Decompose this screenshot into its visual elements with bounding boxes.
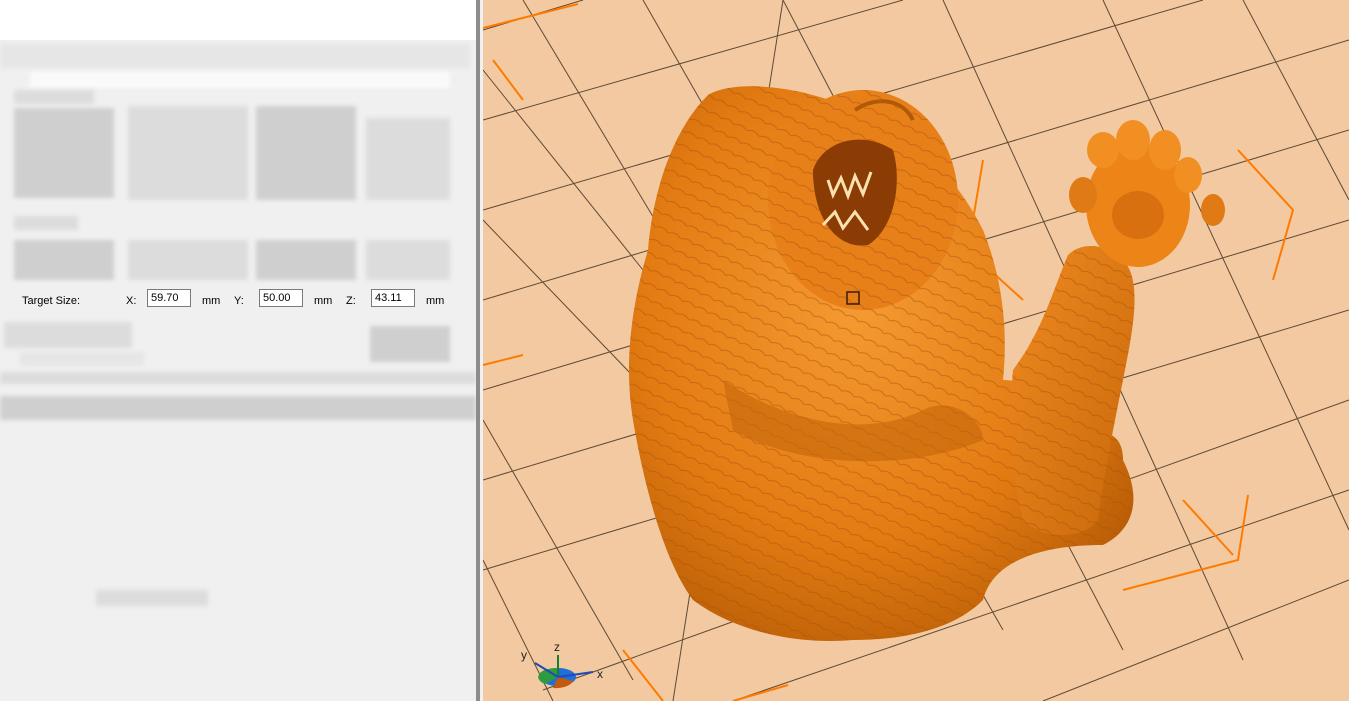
- blurred-field-block: [366, 118, 450, 200]
- blurred-field-row: [128, 240, 248, 280]
- blurred-option: [20, 352, 144, 366]
- axis-x-label: x: [597, 667, 603, 681]
- dialog-top-area: [0, 0, 478, 40]
- blurred-status-strip: [0, 396, 476, 420]
- blurred-field-row: [256, 240, 356, 280]
- z-unit-label: mm: [426, 295, 445, 307]
- scale-dialog-panel: Target Size: X: mm Y: mm Z: mm: [0, 0, 480, 701]
- blurred-section-header: [14, 216, 78, 230]
- x-axis-label: X:: [126, 295, 137, 307]
- z-axis-label: Z:: [346, 295, 356, 307]
- x-unit-label: mm: [202, 295, 221, 307]
- blurred-field-row: [366, 240, 450, 280]
- y-axis-label: Y:: [234, 295, 244, 307]
- blurred-option: [4, 322, 132, 348]
- target-size-row: Target Size: X: mm Y: mm Z: mm: [8, 288, 468, 314]
- blurred-separator: [0, 372, 476, 384]
- blurred-title-bar: [0, 44, 470, 68]
- target-size-y-input[interactable]: [259, 289, 303, 307]
- blurred-toolbar: [30, 72, 450, 88]
- 3d-viewport[interactable]: z x y: [483, 0, 1349, 701]
- blurred-section-header: [14, 90, 94, 104]
- blurred-field-row: [14, 240, 114, 280]
- panel-divider[interactable]: [476, 0, 480, 701]
- y-unit-label: mm: [314, 295, 333, 307]
- blurred-field-block: [14, 108, 114, 198]
- lion-head: [768, 90, 958, 310]
- target-size-z-input[interactable]: [371, 289, 415, 307]
- target-size-x-input[interactable]: [147, 289, 191, 307]
- blurred-status-text: [96, 590, 208, 606]
- blurred-field-block: [256, 106, 356, 200]
- axis-y-label: y: [521, 648, 527, 662]
- blurred-field-block: [128, 106, 248, 200]
- target-size-label: Target Size:: [22, 295, 81, 307]
- axis-z-label: z: [554, 640, 560, 654]
- blurred-button[interactable]: [370, 326, 450, 362]
